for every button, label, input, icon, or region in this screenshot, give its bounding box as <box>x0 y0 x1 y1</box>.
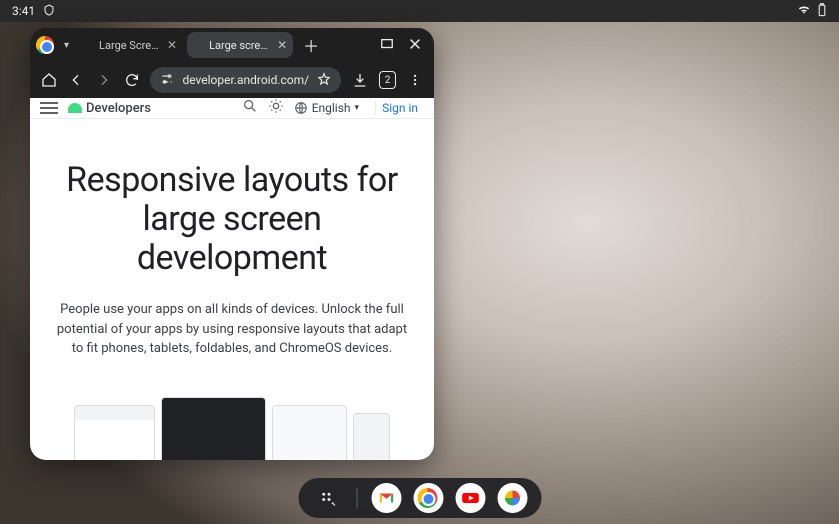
phone-illustration <box>353 413 390 460</box>
language-selector[interactable]: English ▾ <box>294 101 359 115</box>
browser-window: ▾ Large Screens ✕ Large screens ✕ ＋ <box>30 28 434 460</box>
maximize-icon[interactable] <box>380 36 394 55</box>
chrome-icon[interactable] <box>36 36 54 54</box>
chrome-app-icon[interactable] <box>413 483 443 513</box>
home-icon[interactable] <box>40 71 58 89</box>
language-label: English <box>312 101 351 115</box>
sign-in-link[interactable]: Sign in <box>375 101 424 115</box>
close-icon[interactable]: ✕ <box>277 38 287 52</box>
shield-icon <box>43 4 55 19</box>
page-subtitle: People use your apps on all kinds of dev… <box>54 300 410 359</box>
battery-icon <box>817 3 827 20</box>
tab-label: Large Screens <box>99 39 161 52</box>
android-icon <box>193 39 205 51</box>
tablet-illustration <box>74 405 155 460</box>
laptop-illustration <box>272 405 347 460</box>
address-bar[interactable]: developer.android.com/ <box>150 67 341 93</box>
site-header: Developers English ▾ Sign in <box>30 98 434 119</box>
tab-large-screens-2[interactable]: Large screens ✕ <box>187 32 293 58</box>
status-clock: 3:41 <box>12 4 35 18</box>
taskbar <box>298 478 541 518</box>
back-icon[interactable] <box>68 71 86 89</box>
site-logo[interactable]: Developers <box>68 101 151 116</box>
star-icon[interactable] <box>317 72 331 89</box>
photos-icon[interactable] <box>497 483 527 513</box>
tab-large-screens-1[interactable]: Large Screens ✕ <box>77 32 183 58</box>
status-bar: 3:41 <box>0 0 839 22</box>
download-icon[interactable] <box>351 71 369 89</box>
close-icon[interactable]: ✕ <box>167 38 177 52</box>
tab-count-badge[interactable]: 2 <box>379 71 397 89</box>
foldable-illustration <box>161 397 267 460</box>
tab-label: Large screens <box>209 39 271 52</box>
youtube-icon[interactable] <box>455 483 485 513</box>
reload-icon[interactable] <box>123 71 141 89</box>
search-icon[interactable] <box>242 98 258 118</box>
forward-icon[interactable] <box>95 71 113 89</box>
all-apps-button[interactable] <box>312 483 342 513</box>
tab-strip: ▾ Large Screens ✕ Large screens ✕ ＋ <box>30 28 434 62</box>
chevron-down-icon: ▾ <box>355 103 360 113</box>
close-window-icon[interactable] <box>408 36 422 55</box>
android-icon <box>68 103 82 113</box>
hero-section: Responsive layouts for large screen deve… <box>30 119 434 460</box>
gmail-icon[interactable] <box>371 483 401 513</box>
new-tab-button[interactable]: ＋ <box>297 33 325 57</box>
menu-icon[interactable] <box>40 102 58 114</box>
taskbar-divider <box>356 488 357 508</box>
devices-illustration <box>54 385 410 460</box>
android-icon <box>83 39 95 51</box>
overflow-menu-icon[interactable] <box>406 71 424 89</box>
wifi-icon <box>797 3 811 20</box>
page-title: Responsive layouts for large screen deve… <box>54 161 410 278</box>
browser-toolbar: developer.android.com/ 2 <box>30 62 434 98</box>
theme-icon[interactable] <box>268 98 284 118</box>
web-page: Developers English ▾ Sign in Responsive … <box>30 98 434 460</box>
site-brand-label: Developers <box>86 101 151 116</box>
site-settings-icon[interactable] <box>160 72 174 89</box>
url-text: developer.android.com/ <box>182 73 309 87</box>
chevron-down-icon[interactable]: ▾ <box>60 40 73 51</box>
